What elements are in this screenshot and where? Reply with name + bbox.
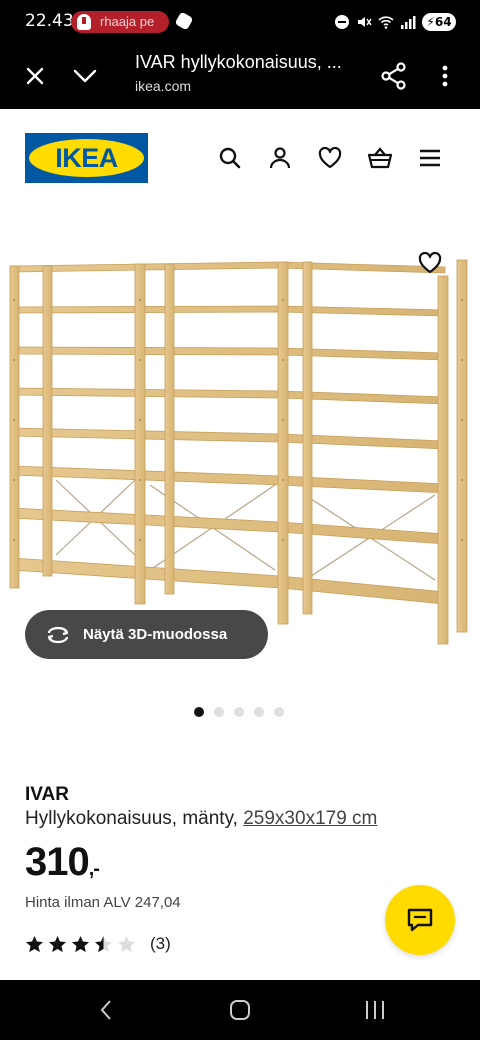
notification-text: rhaaja pe bbox=[100, 14, 155, 29]
more-vertical-icon bbox=[442, 65, 448, 87]
product-type: Hyllykokonaisuus, mänty, bbox=[25, 808, 238, 829]
page-title: IVAR hyllykokonaisuus, ... bbox=[135, 52, 342, 72]
status-bar: 22.43 rhaaja pe ⚡ 64 bbox=[0, 0, 480, 42]
view-3d-label: Näytä 3D-muodossa bbox=[83, 626, 228, 643]
wifi-icon bbox=[378, 16, 394, 29]
star-full-icon bbox=[25, 935, 44, 953]
gallery-dot[interactable] bbox=[194, 707, 204, 717]
user-icon bbox=[269, 147, 291, 169]
battery-bolt-icon: ⚡ bbox=[426, 15, 435, 29]
nav-home-button[interactable] bbox=[220, 994, 260, 1026]
price-value: 310 bbox=[25, 840, 90, 884]
product-image[interactable] bbox=[0, 240, 480, 660]
gallery-dot[interactable] bbox=[234, 707, 244, 717]
gallery-dot[interactable] bbox=[274, 707, 284, 717]
star-empty-icon bbox=[117, 935, 136, 953]
product-name: IVAR bbox=[25, 784, 69, 805]
app-hexagon-icon bbox=[174, 11, 194, 31]
product-dimensions-link[interactable]: 259x30x179 cm bbox=[243, 808, 377, 829]
collapse-button[interactable] bbox=[65, 56, 105, 96]
status-icons: ⚡ 64 bbox=[334, 12, 456, 32]
mute-icon bbox=[358, 17, 372, 27]
search-icon bbox=[219, 147, 241, 169]
nav-back-button[interactable] bbox=[86, 994, 126, 1026]
price-excl-vat: Hinta ilman ALV 247,04 bbox=[25, 894, 181, 911]
more-options-button[interactable] bbox=[425, 56, 465, 96]
product-rating[interactable]: (3) bbox=[25, 934, 171, 954]
cart-button[interactable] bbox=[363, 141, 397, 175]
close-tab-button[interactable] bbox=[15, 56, 55, 96]
ikea-logo[interactable]: IKEA bbox=[25, 133, 148, 183]
gallery-dot[interactable] bbox=[254, 707, 264, 717]
share-button[interactable] bbox=[374, 56, 414, 96]
battery-level: 64 bbox=[434, 15, 452, 29]
chat-icon bbox=[407, 908, 433, 932]
page-url: ikea.com bbox=[135, 78, 192, 94]
browser-toolbar: IVAR hyllykokonaisuus, ... ikea.com bbox=[0, 42, 480, 109]
close-icon bbox=[26, 67, 44, 85]
star-full-icon bbox=[48, 935, 67, 953]
status-time: 22.43 bbox=[25, 11, 74, 31]
product-description: Hyllykokonaisuus, mänty, 259x30x179 cm bbox=[25, 808, 377, 830]
signal-icon bbox=[401, 16, 416, 29]
notification-app-icon bbox=[77, 14, 91, 30]
back-icon bbox=[100, 1000, 111, 1020]
heart-icon bbox=[318, 147, 342, 169]
price-suffix: ,- bbox=[88, 858, 100, 880]
recents-icon bbox=[366, 1001, 384, 1019]
gallery-dot[interactable] bbox=[214, 707, 224, 717]
menu-button[interactable] bbox=[413, 141, 447, 175]
heart-icon bbox=[418, 252, 442, 274]
product-price: 310,- bbox=[25, 840, 100, 885]
system-nav-bar bbox=[0, 980, 480, 1040]
star-full-icon bbox=[71, 935, 90, 953]
star-half-icon bbox=[94, 935, 113, 953]
search-button[interactable] bbox=[213, 141, 247, 175]
logo-text: IKEA bbox=[55, 142, 118, 173]
dnd-icon bbox=[335, 15, 349, 29]
basket-icon bbox=[367, 147, 393, 169]
battery-indicator: ⚡ 64 bbox=[422, 13, 456, 31]
home-icon bbox=[230, 1000, 250, 1020]
share-icon bbox=[381, 62, 406, 90]
favourites-button[interactable] bbox=[313, 141, 347, 175]
add-to-favourites-button[interactable] bbox=[412, 245, 448, 281]
review-count: (3) bbox=[150, 934, 171, 953]
gallery-pagination bbox=[194, 707, 284, 717]
chat-button[interactable] bbox=[385, 885, 455, 955]
account-button[interactable] bbox=[263, 141, 297, 175]
view-3d-button[interactable]: Näytä 3D-muodossa bbox=[25, 610, 268, 659]
chevron-down-icon bbox=[73, 69, 97, 83]
menu-icon bbox=[420, 149, 440, 167]
nav-recents-button[interactable] bbox=[355, 994, 395, 1026]
notification-pill: rhaaja pe bbox=[71, 11, 169, 33]
rotate-3d-icon bbox=[47, 626, 69, 643]
